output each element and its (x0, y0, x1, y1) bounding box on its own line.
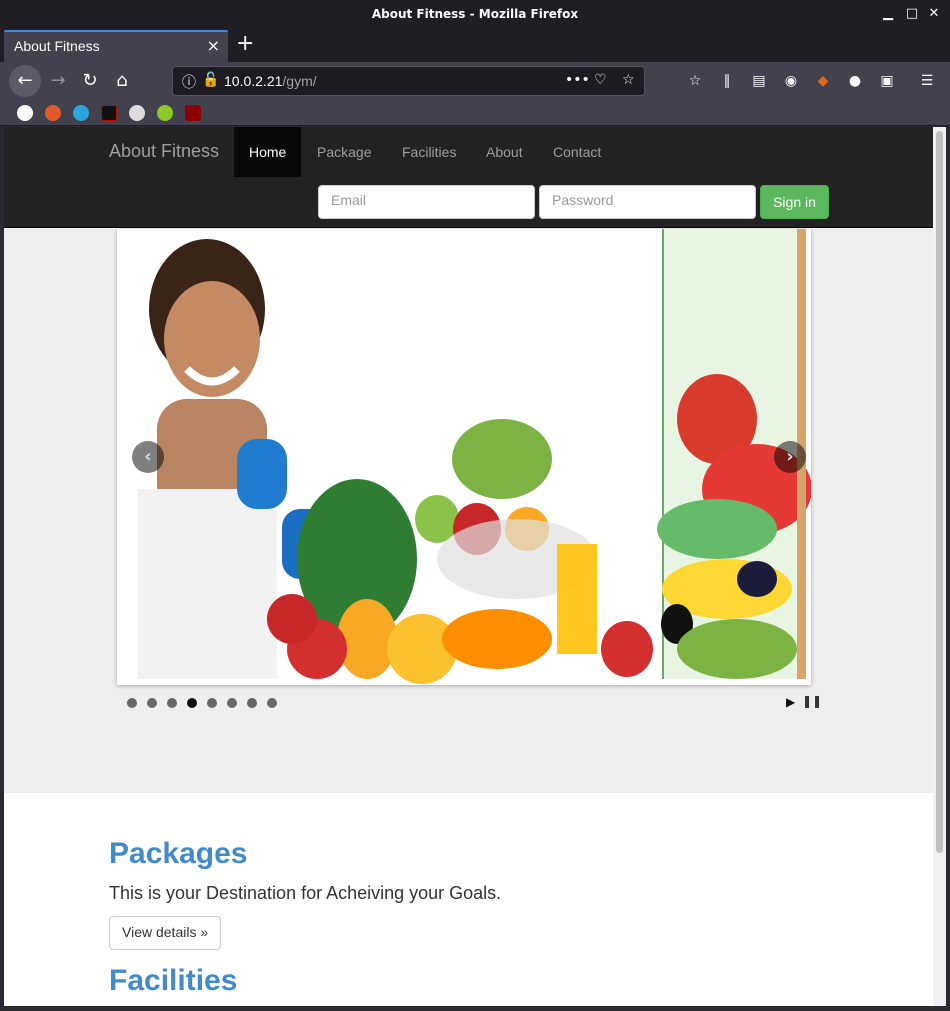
url-text: 10.0.2.21/gym/ (224, 73, 317, 89)
bookmarks-toolbar (0, 100, 950, 126)
library-icon[interactable]: ∥ (718, 72, 736, 90)
browser-window: About Fitness - Mozilla Firefox ▁ □ ✕ Ab… (0, 0, 950, 1011)
url-bar[interactable]: ⓘ 🔓 10.0.2.21/gym/ ••• ♡ ☆ (172, 66, 645, 96)
image-slider: ‹ › (117, 229, 811, 685)
reader-list-icon[interactable]: ☆ (686, 72, 704, 90)
signin-button[interactable]: Sign in (760, 185, 829, 219)
back-icon[interactable]: ← (9, 65, 41, 97)
forward-icon[interactable]: → (42, 65, 74, 97)
page-content: About Fitness Home Package Facilities Ab… (4, 127, 933, 1006)
bookmark-icon[interactable] (157, 105, 173, 121)
reload-icon[interactable]: ↻ (74, 65, 106, 97)
hero-section: ‹ › ▶ ❚❚ (4, 228, 933, 793)
slider-prev-icon[interactable]: ‹ (132, 441, 164, 473)
google-bookmark-icon[interactable] (17, 105, 33, 121)
bookmark-icon[interactable] (45, 105, 61, 121)
slider-dot[interactable] (247, 698, 257, 708)
bookmark-icon[interactable] (101, 105, 117, 121)
slider-dot[interactable] (127, 698, 137, 708)
extension-user-agent-icon[interactable]: ▣ (878, 72, 896, 90)
packages-description: This is your Destination for Acheiving y… (109, 883, 502, 903)
password-field[interactable]: Password (539, 185, 756, 219)
extension-cookie-icon[interactable]: ● (846, 72, 864, 90)
navigation-toolbar: ← → ↻ ⌂ ⓘ 🔓 10.0.2.21/gym/ ••• ♡ ☆ ☆ ∥ ▤… (0, 62, 950, 100)
menu-icon[interactable]: ☰ (918, 72, 936, 90)
cup-bookmark-icon[interactable] (129, 105, 145, 121)
nav-package[interactable]: Package (302, 127, 386, 177)
site-navbar: About Fitness Home Package Facilities Ab… (4, 127, 933, 228)
slider-dot[interactable] (227, 698, 237, 708)
close-window-icon[interactable]: ✕ (926, 6, 942, 22)
nav-about[interactable]: About (471, 127, 538, 177)
minimize-icon[interactable]: ▁ (880, 6, 896, 22)
maximize-icon[interactable]: □ (904, 6, 920, 22)
url-host: 10.0.2.21 (224, 73, 283, 89)
scrollbar-thumb[interactable] (936, 131, 943, 853)
new-tab-icon[interactable]: + (236, 30, 254, 58)
window-titlebar: About Fitness - Mozilla Firefox ▁ □ ✕ (0, 0, 950, 28)
close-tab-icon[interactable]: × (207, 36, 220, 55)
sidebar-icon[interactable]: ▤ (750, 72, 768, 90)
info-icon[interactable]: ⓘ (182, 72, 196, 92)
bookmark-icon[interactable] (185, 105, 201, 121)
slider-dot[interactable] (207, 698, 217, 708)
account-icon[interactable]: ◉ (782, 72, 800, 90)
site-brand[interactable]: About Fitness (109, 141, 219, 162)
bookmark-icon[interactable] (73, 105, 89, 121)
url-path: /gym/ (282, 73, 317, 89)
nav-home[interactable]: Home (234, 127, 302, 177)
insecure-lock-icon[interactable]: 🔓 (202, 72, 219, 88)
pause-icon[interactable]: ❚❚ (802, 694, 822, 708)
window-title: About Fitness - Mozilla Firefox (371, 7, 579, 21)
slide-image (122, 229, 811, 684)
tab-title: About Fitness (14, 38, 100, 54)
extension-foxyproxy-icon[interactable]: ◆ (814, 72, 832, 90)
tab-active[interactable]: About Fitness × (4, 30, 228, 62)
email-field[interactable]: Email (318, 185, 535, 219)
pocket-icon[interactable]: ♡ (594, 72, 607, 88)
nav-facilities[interactable]: Facilities (387, 127, 471, 177)
slider-dot-active[interactable] (187, 698, 197, 708)
slider-dot[interactable] (267, 698, 277, 708)
play-icon[interactable]: ▶ (786, 695, 795, 709)
slider-dot[interactable] (147, 698, 157, 708)
nav-contact[interactable]: Contact (538, 127, 616, 177)
packages-heading: Packages (109, 837, 248, 870)
page-scrollbar[interactable] (933, 127, 946, 1006)
view-details-button[interactable]: View details » (109, 916, 222, 950)
bookmark-star-icon[interactable]: ☆ (622, 72, 635, 88)
tab-strip: About Fitness × + (0, 28, 950, 62)
page-actions-icon[interactable]: ••• (565, 72, 590, 88)
slider-next-icon[interactable]: › (774, 441, 806, 473)
home-icon[interactable]: ⌂ (106, 65, 138, 97)
facilities-heading: Facilities (109, 964, 238, 997)
slider-dot[interactable] (167, 698, 177, 708)
